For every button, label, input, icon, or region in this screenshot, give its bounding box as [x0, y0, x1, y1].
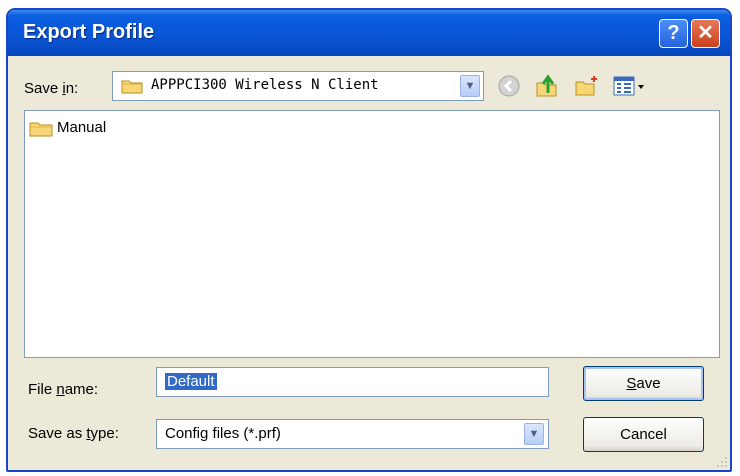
file-name-input[interactable]: Default	[156, 367, 549, 397]
save-as-type-value: Config files (*.prf)	[165, 425, 281, 442]
folder-name: Manual	[57, 119, 107, 136]
back-icon[interactable]	[496, 73, 522, 99]
views-menu-icon[interactable]	[612, 73, 646, 99]
up-folder-icon[interactable]	[534, 73, 560, 99]
save-button[interactable]: Save	[583, 366, 704, 401]
chevron-down-icon[interactable]: ▼	[460, 75, 480, 97]
save-in-label: Save in:	[24, 80, 79, 97]
file-name-label: File name:	[28, 381, 99, 398]
chevron-down-icon[interactable]: ▼	[524, 423, 544, 445]
close-button[interactable]: ✕	[691, 19, 720, 48]
file-list[interactable]: Manual	[24, 110, 720, 358]
folder-icon	[121, 80, 143, 94]
save-in-value: APPPCI300 Wireless N Client	[151, 77, 379, 93]
export-profile-dialog: Export Profile ? ✕ Save in: APPPCI300 Wi…	[6, 8, 732, 472]
title-bar[interactable]: Export Profile ? ✕	[8, 10, 730, 56]
save-in-dropdown[interactable]: APPPCI300 Wireless N Client ▼	[112, 71, 484, 101]
cancel-button[interactable]: Cancel	[583, 417, 704, 452]
dialog-title: Export Profile	[23, 21, 155, 43]
new-folder-icon[interactable]	[574, 73, 600, 99]
save-as-type-label: Save as type:	[28, 425, 119, 442]
folder-icon	[29, 122, 53, 137]
help-button[interactable]: ?	[659, 19, 688, 48]
resize-grip-icon[interactable]	[716, 456, 728, 468]
file-name-value: Default	[165, 373, 217, 390]
save-as-type-dropdown[interactable]: Config files (*.prf) ▼	[156, 419, 549, 449]
